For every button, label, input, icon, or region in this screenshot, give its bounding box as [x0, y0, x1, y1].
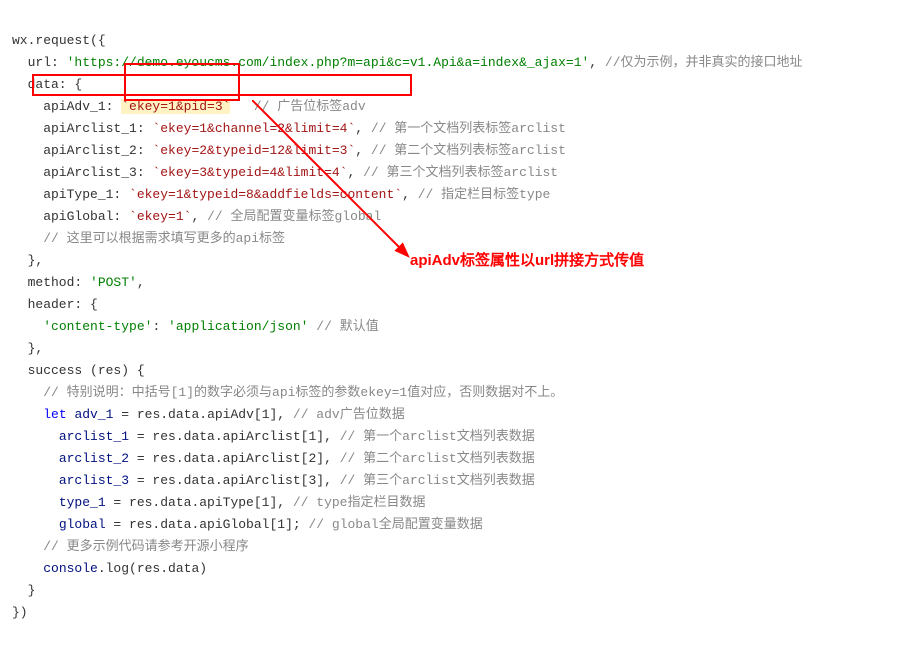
token: = res.data.apiArclist[ — [129, 473, 308, 488]
keyword: let — [43, 407, 66, 422]
token: ]; — [285, 517, 308, 532]
token: 1 — [277, 517, 285, 532]
comment: // 特别说明：中括号[1]的数字必须与api标签的参数ekey=1值对应，否则… — [12, 385, 563, 400]
token — [12, 451, 59, 466]
token: ], — [269, 495, 292, 510]
token: `ekey=1&channel=2&limit=4` — [152, 121, 355, 136]
comment: // 全局配置变量标签global — [207, 209, 381, 224]
token: , — [191, 209, 207, 224]
variable: type_1 — [59, 495, 106, 510]
token-highlighted: `ekey=1&pid=3` — [121, 99, 230, 114]
comment: // type指定栏目数据 — [293, 495, 426, 510]
variable: arclist_3 — [59, 473, 129, 488]
annotation-text: apiAdv标签属性以url拼接方式传值 — [410, 250, 644, 272]
token — [12, 429, 59, 444]
token: .request({ — [28, 33, 106, 48]
token: , — [355, 121, 371, 136]
comment: // 默认值 — [316, 319, 378, 334]
comment: // 广告位标签adv — [230, 99, 365, 114]
token: wx — [12, 33, 28, 48]
token: apiType_1: — [12, 187, 129, 202]
token: = res.data.apiAdv[ — [113, 407, 261, 422]
token: = res.data.apiArclist[ — [129, 451, 308, 466]
token — [12, 561, 43, 576]
comment: //仅为示例，并非真实的接口地址 — [605, 55, 803, 70]
token: apiArclist_3: — [12, 165, 152, 180]
variable: arclist_2 — [59, 451, 129, 466]
token: , — [589, 55, 605, 70]
comment: // adv广告位数据 — [293, 407, 405, 422]
token: .log(res.data) — [98, 561, 207, 576]
comment: // 指定栏目标签type — [418, 187, 551, 202]
comment: // 这里可以根据需求填写更多的api标签 — [12, 231, 285, 246]
comment: // 第一个文档列表标签arclist — [371, 121, 566, 136]
variable: adv_1 — [74, 407, 113, 422]
token: , — [347, 165, 363, 180]
token: apiArclist_1: — [12, 121, 152, 136]
token: : — [152, 319, 168, 334]
comment: // 第三个arclist文档列表数据 — [340, 473, 535, 488]
token: `ekey=2&typeid=12&limit=3` — [152, 143, 355, 158]
token: apiAdv_1: — [12, 99, 121, 114]
token: } — [12, 583, 35, 598]
comment: // 第一个arclist文档列表数据 — [340, 429, 535, 444]
token: `ekey=3&typeid=4&limit=4` — [152, 165, 347, 180]
token: data: { — [12, 77, 82, 92]
token: , — [402, 187, 418, 202]
token: 1 — [262, 407, 270, 422]
token: header: { — [12, 297, 98, 312]
token: url: — [12, 55, 67, 70]
variable: global — [59, 517, 106, 532]
token: }, — [12, 341, 43, 356]
token: = res.data.apiGlobal[ — [106, 517, 278, 532]
token: }, — [12, 253, 43, 268]
token: `ekey=1` — [129, 209, 191, 224]
token: method: — [12, 275, 90, 290]
token — [12, 407, 43, 422]
comment: // 第二个文档列表标签arclist — [371, 143, 566, 158]
token: , — [355, 143, 371, 158]
token: = res.data.apiType[ — [106, 495, 262, 510]
token: ], — [316, 451, 339, 466]
token — [12, 319, 43, 334]
token: apiArclist_2: — [12, 143, 152, 158]
comment: // 第二个arclist文档列表数据 — [340, 451, 535, 466]
comment: // 第三个文档列表标签arclist — [363, 165, 558, 180]
token: ], — [316, 429, 339, 444]
token: 'application/json' — [168, 319, 308, 334]
variable: console — [43, 561, 98, 576]
variable: arclist_1 — [59, 429, 129, 444]
token: ], — [270, 407, 293, 422]
token: 'content-type' — [43, 319, 152, 334]
token — [12, 495, 59, 510]
comment: // global全局配置变量数据 — [308, 517, 482, 532]
token — [12, 517, 59, 532]
token: 'https://demo.eyoucms.com/index.php?m=ap… — [67, 55, 590, 70]
comment: // 更多示例代码请参考开源小程序 — [12, 539, 249, 554]
token: = res.data.apiArclist[ — [129, 429, 308, 444]
token: 'POST' — [90, 275, 137, 290]
token: ], — [316, 473, 339, 488]
token — [12, 473, 59, 488]
token: , — [137, 275, 145, 290]
token: success (res) { — [12, 363, 145, 378]
token: `ekey=1&typeid=8&addfields=content` — [129, 187, 402, 202]
token: }) — [12, 605, 28, 620]
code-block: wx.request({ url: 'https://demo.eyoucms.… — [12, 8, 907, 624]
token: apiGlobal: — [12, 209, 129, 224]
